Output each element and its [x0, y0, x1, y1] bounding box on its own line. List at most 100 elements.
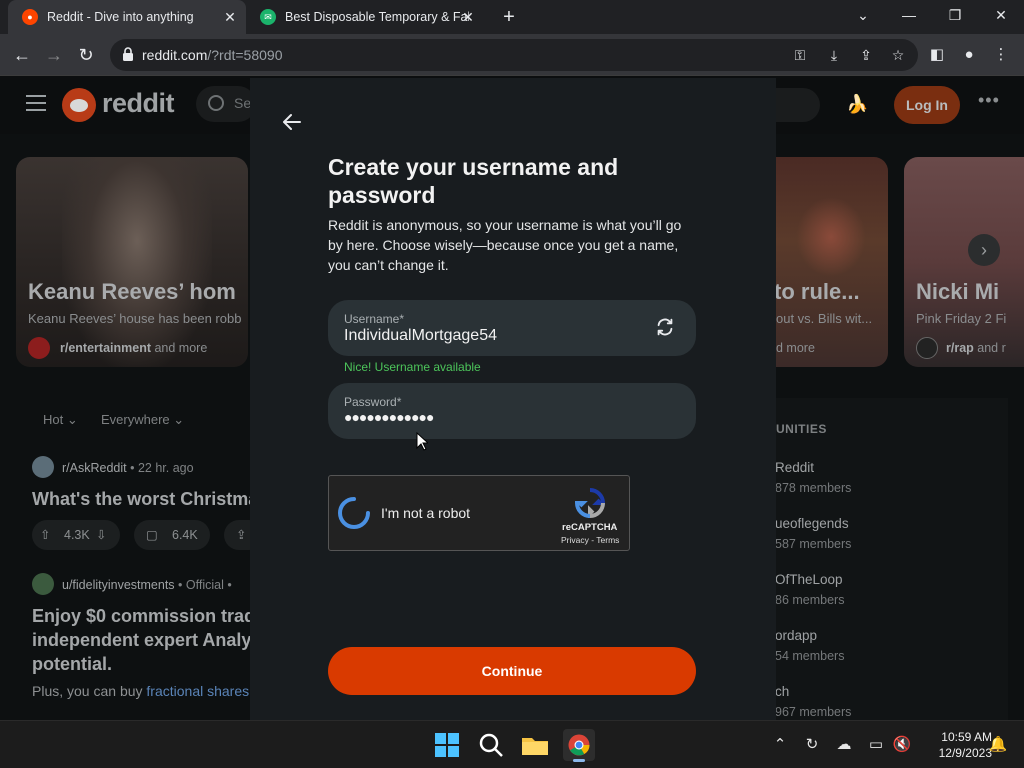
- captcha-spinner-icon[interactable]: [337, 496, 371, 530]
- more-options-icon[interactable]: •••: [978, 90, 1000, 111]
- community-members: 54 members: [775, 649, 845, 663]
- tray-overflow-icon[interactable]: ⌃: [770, 735, 790, 755]
- browser-toolbar: ← → ↻ reddit.com/?rdt=58090 ⚿ ⤓ ⇪ ☆ ◧ ● …: [0, 34, 1024, 76]
- reddit-wordmark[interactable]: reddit: [102, 88, 175, 119]
- comments-button[interactable]: ▢ 6.4K: [134, 520, 210, 550]
- post-time: • 22 hr. ago: [130, 461, 194, 475]
- back-arrow-icon[interactable]: [280, 110, 304, 134]
- post-time: • Official •: [178, 578, 232, 592]
- card-source-more: and more: [151, 341, 208, 355]
- close-tab-icon[interactable]: ✕: [460, 9, 476, 25]
- community-members: 86 members: [775, 593, 845, 607]
- login-button[interactable]: Log In: [894, 86, 960, 124]
- carousel-card[interactable]: Keanu Reeves’ hom Keanu Reeves’ house ha…: [16, 157, 248, 367]
- downvote-icon[interactable]: ⇩: [96, 520, 106, 550]
- community-members: 967 members: [775, 705, 852, 719]
- tempmail-icon: ✉: [260, 9, 276, 25]
- card-headline: Nicki Mi: [916, 279, 1000, 304]
- forward-icon[interactable]: →: [42, 43, 66, 67]
- sync-icon[interactable]: ↻: [802, 735, 822, 755]
- side-panel-icon[interactable]: ◧: [926, 44, 948, 66]
- username-field[interactable]: Username* IndividualMortgage54: [328, 300, 696, 356]
- community-name[interactable]: ordapp: [775, 628, 817, 643]
- share-icon[interactable]: ⇪: [858, 47, 874, 63]
- close-tab-icon[interactable]: ✕: [222, 9, 238, 25]
- community-name[interactable]: ch: [775, 684, 789, 699]
- network-icon[interactable]: ▭: [866, 735, 886, 755]
- continue-button[interactable]: Continue: [328, 647, 696, 695]
- post-title-line[interactable]: independent expert Analys: [32, 628, 261, 652]
- password-value[interactable]: ●●●●●●●●●●●●: [344, 409, 434, 425]
- post-title[interactable]: What's the worst Christma: [32, 487, 258, 511]
- notification-bell-icon[interactable]: 🔔: [988, 735, 1008, 755]
- captcha-terms-link[interactable]: Privacy - Terms: [561, 535, 619, 545]
- search-icon[interactable]: [475, 729, 507, 761]
- card-source-name: r/rap: [946, 341, 974, 355]
- fractional-shares-link[interactable]: fractional shares: [146, 683, 249, 699]
- post-title-line[interactable]: Enjoy $0 commission trade: [32, 604, 265, 628]
- minimize-icon[interactable]: —: [886, 0, 932, 30]
- key-icon[interactable]: ⚿: [792, 47, 808, 63]
- carousel-next-icon[interactable]: ›: [968, 234, 1000, 266]
- carousel-card[interactable]: to rule... out vs. Bills wit... d more: [776, 157, 888, 367]
- lock-icon: [123, 47, 133, 61]
- captcha-label[interactable]: I'm not a robot: [381, 505, 470, 521]
- windows-taskbar: ⌃ ↻ ☁ ▭ 🔇 10:59 AM 12/9/2023 🔔: [0, 720, 1024, 768]
- card-subtitle: out vs. Bills wit...: [776, 311, 873, 326]
- url-text: reddit.com/?rdt=58090: [142, 47, 282, 63]
- system-clock[interactable]: 10:59 AM 12/9/2023: [918, 729, 992, 761]
- profile-icon[interactable]: ●: [958, 44, 980, 66]
- community-name[interactable]: OfTheLoop: [775, 572, 843, 587]
- bookmark-star-icon[interactable]: ☆: [890, 47, 906, 63]
- close-window-icon[interactable]: ✕: [978, 0, 1024, 30]
- password-field[interactable]: Password* ●●●●●●●●●●●●: [328, 383, 696, 439]
- windows-start-icon[interactable]: [431, 729, 463, 761]
- volume-muted-icon[interactable]: 🔇: [892, 735, 912, 755]
- chrome-taskbar-icon[interactable]: [563, 729, 595, 762]
- url-path: /?rdt=58090: [207, 47, 283, 63]
- subreddit-avatar: [32, 456, 54, 478]
- upvote-icon[interactable]: ⇧: [40, 520, 50, 550]
- post-author[interactable]: u/fidelityinvestments: [62, 578, 175, 592]
- post-subreddit[interactable]: r/AskReddit: [62, 461, 127, 475]
- address-bar[interactable]: reddit.com/?rdt=58090 ⚿ ⤓ ⇪ ☆: [110, 39, 918, 71]
- menu-dots-icon[interactable]: ⋮: [990, 44, 1012, 66]
- scope-dropdown[interactable]: Everywhere ⌄: [101, 412, 184, 428]
- tab-reddit[interactable]: ● Reddit - Dive into anything ✕: [8, 0, 246, 34]
- tab-search-icon[interactable]: ⌄: [840, 0, 886, 30]
- file-explorer-icon[interactable]: [519, 729, 551, 761]
- card-headline: Keanu Reeves’ hom: [28, 279, 236, 304]
- reddit-search-input[interactable]: Se: [196, 86, 256, 122]
- tab-tempmail[interactable]: ✉ Best Disposable Temporary & Fal ✕: [246, 0, 484, 34]
- cloud-icon[interactable]: ☁: [834, 735, 854, 755]
- community-name[interactable]: ueoflegends: [775, 516, 849, 531]
- signup-modal: Create your username and password Reddit…: [250, 78, 776, 720]
- card-headline: to rule...: [776, 279, 860, 304]
- sort-dropdown[interactable]: Hot ⌄: [43, 412, 78, 428]
- hamburger-menu-icon[interactable]: [26, 95, 46, 111]
- username-status: Nice! Username available: [344, 360, 481, 374]
- subreddit-avatar: [916, 337, 938, 359]
- install-icon[interactable]: ⤓: [826, 47, 842, 63]
- upvote-count: 4.3K: [64, 528, 90, 542]
- username-label: Username*: [344, 312, 405, 326]
- reddit-logo-icon[interactable]: [62, 88, 96, 122]
- community-name[interactable]: Reddit: [775, 460, 814, 475]
- post-title-line[interactable]: potential.: [32, 652, 112, 676]
- regenerate-username-icon[interactable]: [654, 316, 676, 338]
- username-value[interactable]: IndividualMortgage54: [344, 327, 497, 345]
- back-icon[interactable]: ←: [10, 43, 34, 67]
- share-icon: ⇪: [236, 528, 247, 542]
- reload-icon[interactable]: ↻: [74, 43, 98, 67]
- new-tab-icon[interactable]: +: [498, 6, 520, 28]
- card-source-name: r/entertainment: [60, 341, 151, 355]
- carousel-card[interactable]: Nicki Mi Pink Friday 2 Fi r/rap and r: [904, 157, 1024, 367]
- vote-pill[interactable]: ⇧ 4.3K ⇩: [32, 520, 120, 550]
- advertise-icon[interactable]: 🍌: [846, 94, 868, 115]
- community-members: 878 members: [775, 481, 852, 495]
- clock-date: 12/9/2023: [938, 746, 992, 760]
- card-photo: [62, 157, 212, 367]
- restore-icon[interactable]: ❐: [932, 0, 978, 30]
- card-source-more: d more: [776, 341, 815, 355]
- recaptcha-widget: I'm not a robot reCAPTCHA Privacy - Term…: [328, 475, 630, 551]
